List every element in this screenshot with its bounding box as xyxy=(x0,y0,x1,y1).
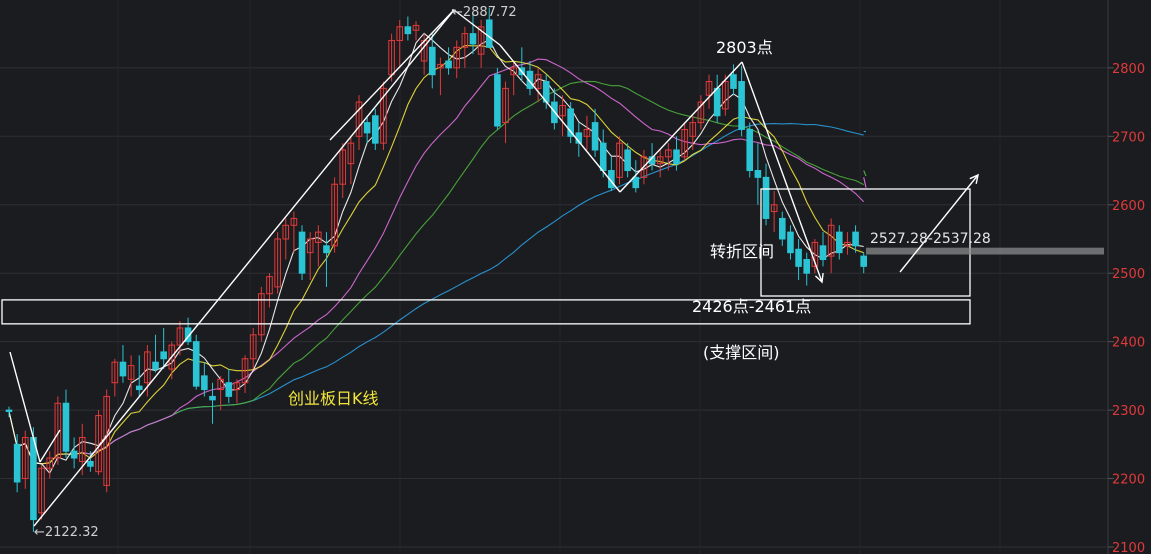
candle-down xyxy=(135,385,143,391)
candle-down xyxy=(746,128,754,172)
candle-down xyxy=(404,26,412,35)
annotation-overlay xyxy=(1,9,1104,527)
candle-down xyxy=(673,149,680,165)
candle-down xyxy=(201,375,208,391)
candle-down xyxy=(62,402,70,452)
candle-down xyxy=(754,170,762,178)
candle-down xyxy=(632,176,640,189)
candle-down xyxy=(160,351,167,360)
candle-down xyxy=(225,382,233,397)
candle-down xyxy=(445,60,452,69)
candle-down xyxy=(209,395,216,401)
candle-down xyxy=(70,450,78,459)
trend-seg-7 xyxy=(619,61,743,193)
candle-down xyxy=(119,361,127,377)
candle-down xyxy=(762,176,770,219)
candle-down xyxy=(485,19,493,48)
turning-label: 转折区间 xyxy=(710,242,774,261)
candlestick-chart: 2100 2200 2300 2400 2500 2600 2700 2800 ←2887.7… xyxy=(0,0,1145,554)
low-label: ←2122.32 xyxy=(34,525,99,540)
candle-down xyxy=(591,122,599,151)
y-tick-label: 2600 xyxy=(1112,199,1145,214)
y-tick-label: 2100 xyxy=(1112,541,1145,554)
candle-down xyxy=(860,255,868,267)
support-label: 2426点-2461点 xyxy=(692,297,811,316)
candle-down xyxy=(819,245,827,261)
y-tick-label: 2500 xyxy=(1112,267,1145,282)
high-label: ←2887.72 xyxy=(452,5,517,20)
resistance-label: 2527.28-2537.28 xyxy=(870,231,991,247)
candle-down xyxy=(738,81,745,130)
candle-down xyxy=(152,361,159,370)
candle-down xyxy=(599,142,607,172)
candle-down xyxy=(192,341,200,387)
candle-down xyxy=(323,245,330,254)
grid-lines xyxy=(0,0,1114,554)
y-tick-label: 2300 xyxy=(1112,404,1145,419)
support-zone-box xyxy=(1,299,971,325)
y-tick-label: 2800 xyxy=(1112,62,1145,77)
chart-title: 创业板日K线 xyxy=(288,389,379,408)
candle-down xyxy=(713,87,721,117)
y-axis: 2100 2200 2300 2400 2500 2600 2700 2800 xyxy=(1112,62,1145,554)
candle-down xyxy=(428,46,436,76)
candle-down xyxy=(795,248,802,267)
candle-down xyxy=(469,33,477,45)
candles xyxy=(5,7,868,532)
ma30-extension xyxy=(863,170,867,177)
y-tick-label: 2200 xyxy=(1112,473,1145,488)
candle-down xyxy=(298,231,306,274)
candle-down xyxy=(494,74,501,127)
candle-down xyxy=(835,231,843,254)
ma60-line xyxy=(8,123,864,465)
candle-down xyxy=(363,122,371,134)
candle-down xyxy=(13,443,21,483)
y-tick-label: 2400 xyxy=(1112,336,1145,351)
candle-down xyxy=(30,436,37,521)
y-tick-label: 2700 xyxy=(1112,130,1145,145)
candle-down xyxy=(5,409,13,412)
ma20-line xyxy=(8,58,865,465)
candle-down xyxy=(803,259,811,274)
peak2-label: 2803点 xyxy=(716,38,773,57)
candle-down xyxy=(624,149,631,172)
support-sub-label: (支撑区间) xyxy=(703,343,780,362)
candle-down xyxy=(730,74,737,89)
candle-down xyxy=(787,231,794,254)
candle-down xyxy=(372,115,379,144)
ma20-extension xyxy=(863,177,867,188)
resistance-band xyxy=(866,247,1104,255)
candle-down xyxy=(852,231,859,247)
candle-down xyxy=(87,460,94,467)
candle-down xyxy=(779,217,786,240)
